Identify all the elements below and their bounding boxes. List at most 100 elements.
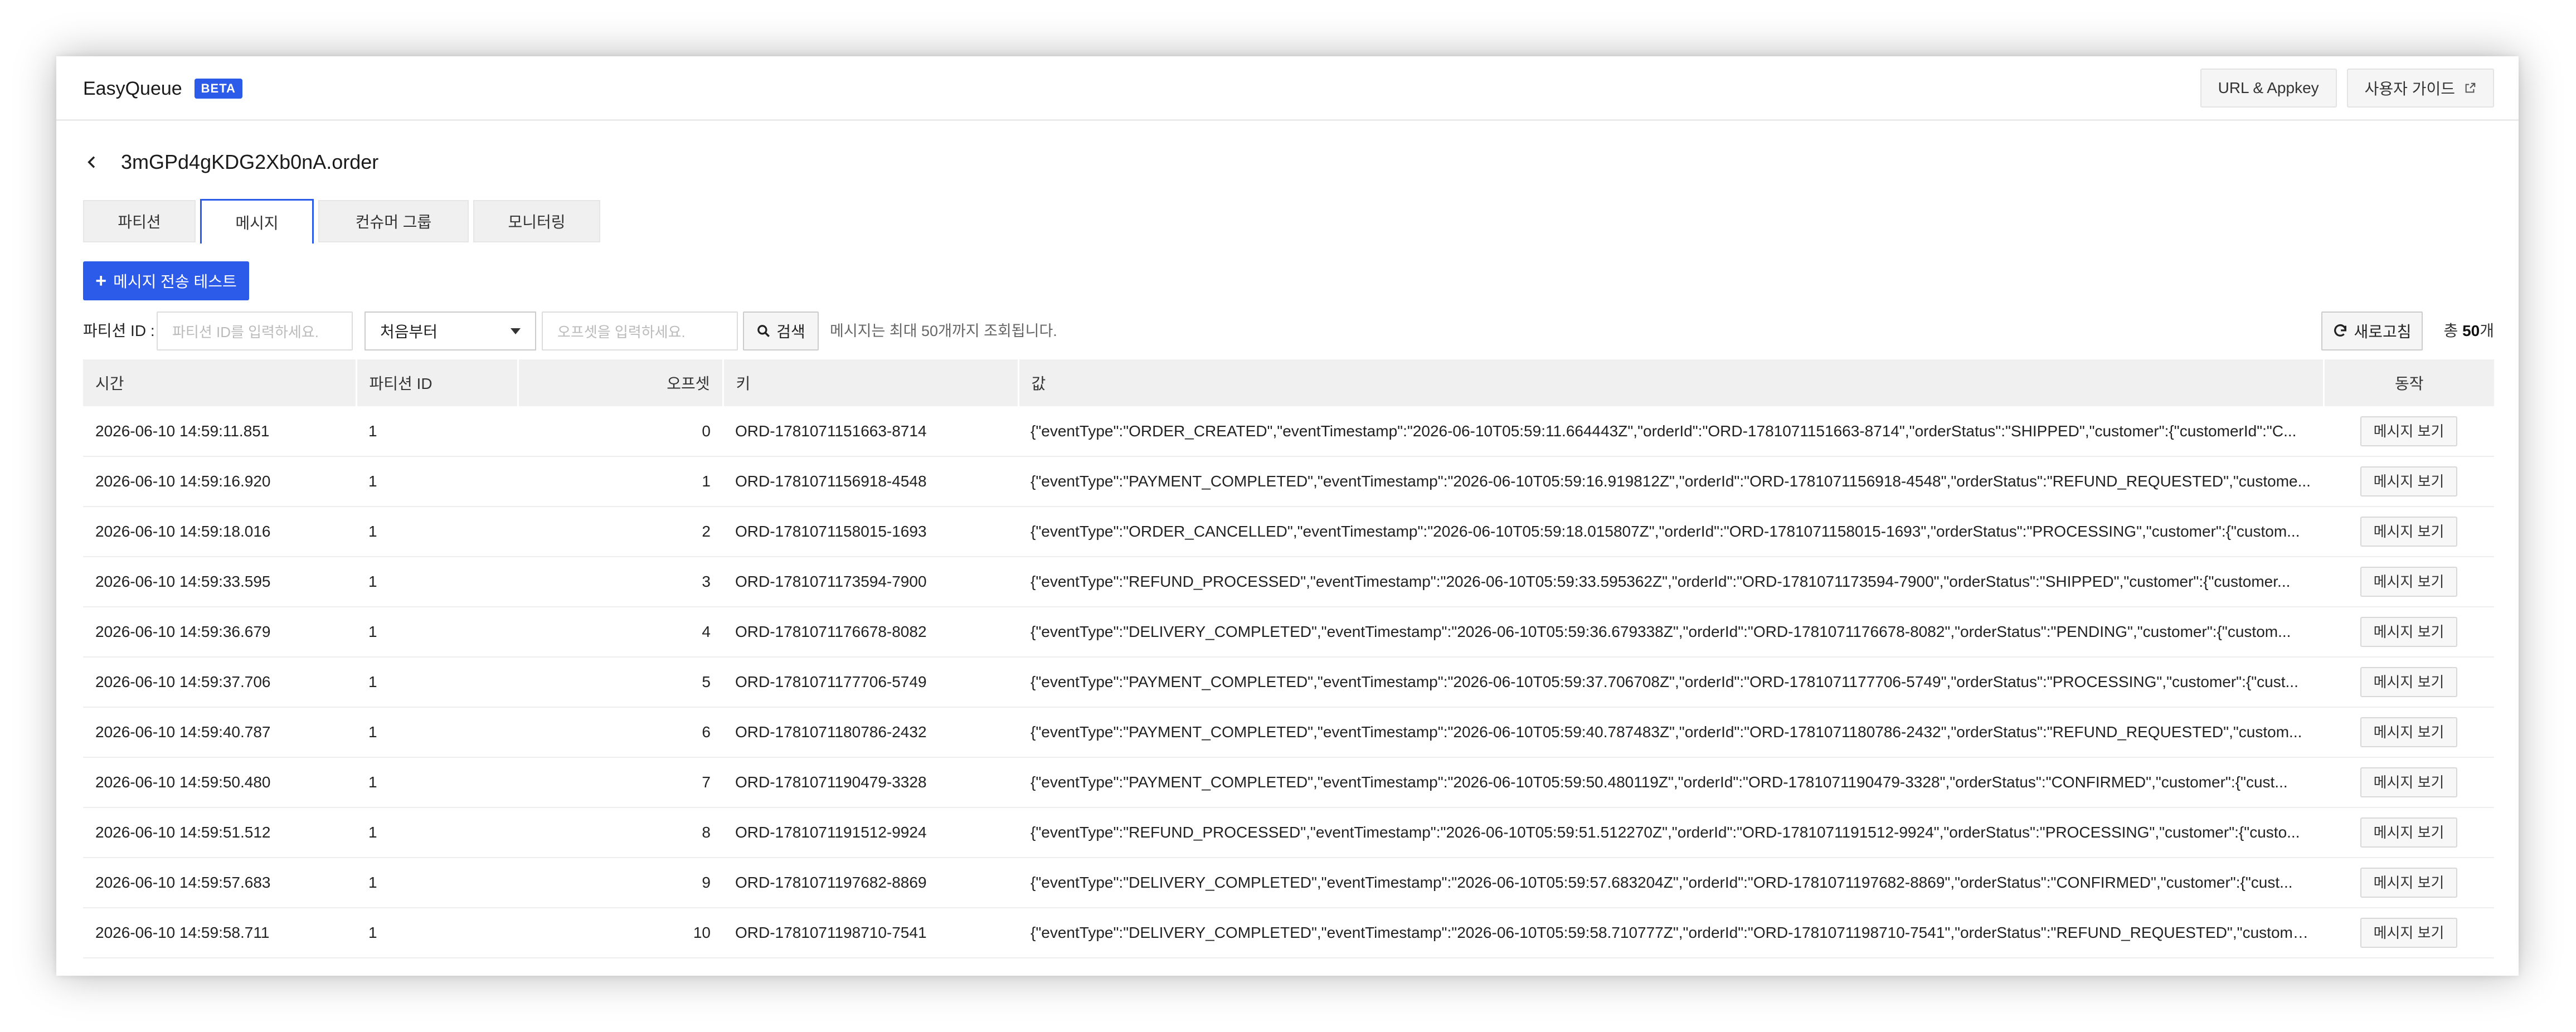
app-name: EasyQueue <box>83 77 182 99</box>
external-link-icon <box>2465 82 2476 93</box>
cell-time: 2026-06-10 14:59:36.679 <box>83 607 356 658</box>
cell-value: {"eventType":"REFUND_PROCESSED","eventTi… <box>1018 557 2324 607</box>
cell-time: 2026-06-10 14:59:33.595 <box>83 557 356 607</box>
table-row: 2026-06-10 14:59:57.683 1 9 ORD-17810711976… <box>83 858 2494 908</box>
view-message-button[interactable]: 메시지 보기 <box>2360 617 2458 647</box>
view-message-button[interactable]: 메시지 보기 <box>2360 817 2458 848</box>
cell-key: ORD-1781071190479-3328 <box>723 757 1018 808</box>
view-message-button[interactable]: 메시지 보기 <box>2360 667 2458 697</box>
filter-row: 파티션 ID : 파티션 ID를 입력하세요. 처음부터 오프셋을 입력하세요.… <box>83 311 2494 351</box>
search-icon <box>757 325 770 337</box>
cell-value: {"eventType":"REFUND_PROCESSED","eventTi… <box>1018 807 2324 858</box>
cell-action: 메시지 보기 <box>2324 757 2494 808</box>
cell-time: 2026-06-10 14:59:11.851 <box>83 406 356 457</box>
tab-partition[interactable]: 파티션 <box>83 200 196 242</box>
cell-time: 2026-06-10 14:59:18.016 <box>83 507 356 557</box>
plus-icon: + <box>95 270 107 291</box>
beta-badge: BETA <box>194 79 242 99</box>
cell-offset: 4 <box>518 607 723 658</box>
cell-value: {"eventType":"ORDER_CANCELLED","eventTim… <box>1018 507 2324 557</box>
tab-label: 컨슈머 그룹 <box>355 213 432 231</box>
tab-label: 메시지 <box>235 214 279 232</box>
view-message-button[interactable]: 메시지 보기 <box>2360 767 2458 797</box>
cell-action: 메시지 보기 <box>2324 707 2494 758</box>
cell-value: {"eventType":"PAYMENT_COMPLETED","eventT… <box>1018 657 2324 708</box>
cell-key: ORD-1781071180786-2432 <box>723 707 1018 758</box>
cell-offset: 9 <box>518 858 723 908</box>
table-row: 2026-06-10 14:59:40.787 1 6 ORD-17810711807… <box>83 707 2494 758</box>
cell-time: 2026-06-10 14:59:40.787 <box>83 707 356 758</box>
cell-action: 메시지 보기 <box>2324 858 2494 908</box>
cell-value: {"eventType":"DELIVERY_COMPLETED","event… <box>1018 607 2324 658</box>
view-message-button[interactable]: 메시지 보기 <box>2360 717 2458 747</box>
tab-label: 모니터링 <box>508 213 566 231</box>
table-row: 2026-06-10 14:59:51.512 1 8 ORD-17810711915… <box>83 807 2494 858</box>
cell-partition: 1 <box>356 406 518 457</box>
cell-offset: 0 <box>518 406 723 457</box>
send-test-label: 메시지 전송 테스트 <box>113 273 237 290</box>
refresh-label: 새로고침 <box>2354 323 2412 340</box>
view-message-button[interactable]: 메시지 보기 <box>2360 918 2458 948</box>
start-position-select[interactable]: 처음부터 <box>364 311 536 351</box>
cell-partition: 1 <box>356 707 518 758</box>
cell-partition: 1 <box>356 507 518 557</box>
top-bar: EasyQueue BETA URL & Appkey 사용자 가이드 <box>56 56 2519 121</box>
cell-partition: 1 <box>356 757 518 808</box>
url-appkey-button[interactable]: URL & Appkey <box>2200 69 2337 108</box>
brand: EasyQueue BETA <box>83 75 242 102</box>
cell-action: 메시지 보기 <box>2324 908 2494 958</box>
caret-down-icon <box>511 328 521 334</box>
cell-partition: 1 <box>356 657 518 708</box>
cell-value: {"eventType":"PAYMENT_COMPLETED","eventT… <box>1018 707 2324 758</box>
table-header-row: 시간 파티션 ID 오프셋 키 값 동작 <box>83 359 2494 406</box>
tab-consumer-groups[interactable]: 컨슈머 그룹 <box>318 200 469 242</box>
tab-label: 파티션 <box>118 213 161 231</box>
view-message-button[interactable]: 메시지 보기 <box>2360 416 2458 446</box>
cell-key: ORD-1781071177706-5749 <box>723 657 1018 708</box>
view-message-button[interactable]: 메시지 보기 <box>2360 466 2458 496</box>
cell-value: {"eventType":"DELIVERY_COMPLETED","event… <box>1018 858 2324 908</box>
cell-partition: 1 <box>356 557 518 607</box>
tab-messages[interactable]: 메시지 <box>200 199 314 244</box>
cell-partition: 1 <box>356 908 518 958</box>
cell-offset: 8 <box>518 807 723 858</box>
cell-action: 메시지 보기 <box>2324 657 2494 708</box>
user-guide-button[interactable]: 사용자 가이드 <box>2346 69 2494 108</box>
partition-id-input[interactable]: 파티션 ID를 입력하세요. <box>157 311 353 351</box>
limit-note: 메시지는 최대 50개까지 조회됩니다. <box>830 323 1057 339</box>
total-count: 총 50개 <box>2443 322 2494 339</box>
cell-time: 2026-06-10 14:59:16.920 <box>83 456 356 507</box>
cell-key: ORD-1781071173594-7900 <box>723 557 1018 607</box>
view-message-button[interactable]: 메시지 보기 <box>2360 517 2458 547</box>
offset-input[interactable]: 오프셋을 입력하세요. <box>542 311 738 351</box>
cell-partition: 1 <box>356 858 518 908</box>
chevron-left-icon[interactable] <box>83 153 101 171</box>
cell-time: 2026-06-10 14:59:58.711 <box>83 908 356 958</box>
cell-action: 메시지 보기 <box>2324 607 2494 658</box>
cell-offset: 7 <box>518 757 723 808</box>
cell-key: ORD-1781071158015-1693 <box>723 507 1018 557</box>
search-label: 검색 <box>776 323 805 340</box>
top-actions: URL & Appkey 사용자 가이드 <box>2200 69 2494 108</box>
send-test-message-button[interactable]: + 메시지 전송 테스트 <box>83 261 249 300</box>
page-title: 3mGPd4gKDG2Xb0nA.order <box>121 150 379 173</box>
col-header-value: 값 <box>1018 359 2325 406</box>
view-message-button[interactable]: 메시지 보기 <box>2360 567 2458 597</box>
view-message-button[interactable]: 메시지 보기 <box>2360 868 2458 898</box>
tab-bar: 파티션 메시지 컨슈머 그룹 모니터링 <box>83 199 600 244</box>
col-header-partition: 파티션 ID <box>356 359 519 406</box>
tab-monitoring[interactable]: 모니터링 <box>473 200 600 242</box>
col-header-action: 동작 <box>2324 359 2494 406</box>
cell-key: ORD-1781071197682-8869 <box>723 858 1018 908</box>
refresh-button[interactable]: 새로고침 <box>2321 311 2423 351</box>
table-row: 2026-06-10 14:59:50.480 1 7 ORD-17810711904… <box>83 757 2494 808</box>
search-button[interactable]: 검색 <box>743 311 819 351</box>
col-header-key: 키 <box>723 359 1019 406</box>
cell-offset: 6 <box>518 707 723 758</box>
cell-key: ORD-1781071198710-7541 <box>723 908 1018 958</box>
messages-table-wrap[interactable]: 시간 파티션 ID 오프셋 키 값 동작 2026-06-10 14:59:11… <box>83 359 2494 976</box>
table-row: 2026-06-10 14:59:16.920 1 1 ORD-17810711569… <box>83 456 2494 507</box>
cell-time: 2026-06-10 14:59:37.706 <box>83 657 356 708</box>
url-appkey-label: URL & Appkey <box>2218 79 2319 96</box>
cell-value: {"eventType":"PAYMENT_COMPLETED","eventT… <box>1018 757 2324 808</box>
